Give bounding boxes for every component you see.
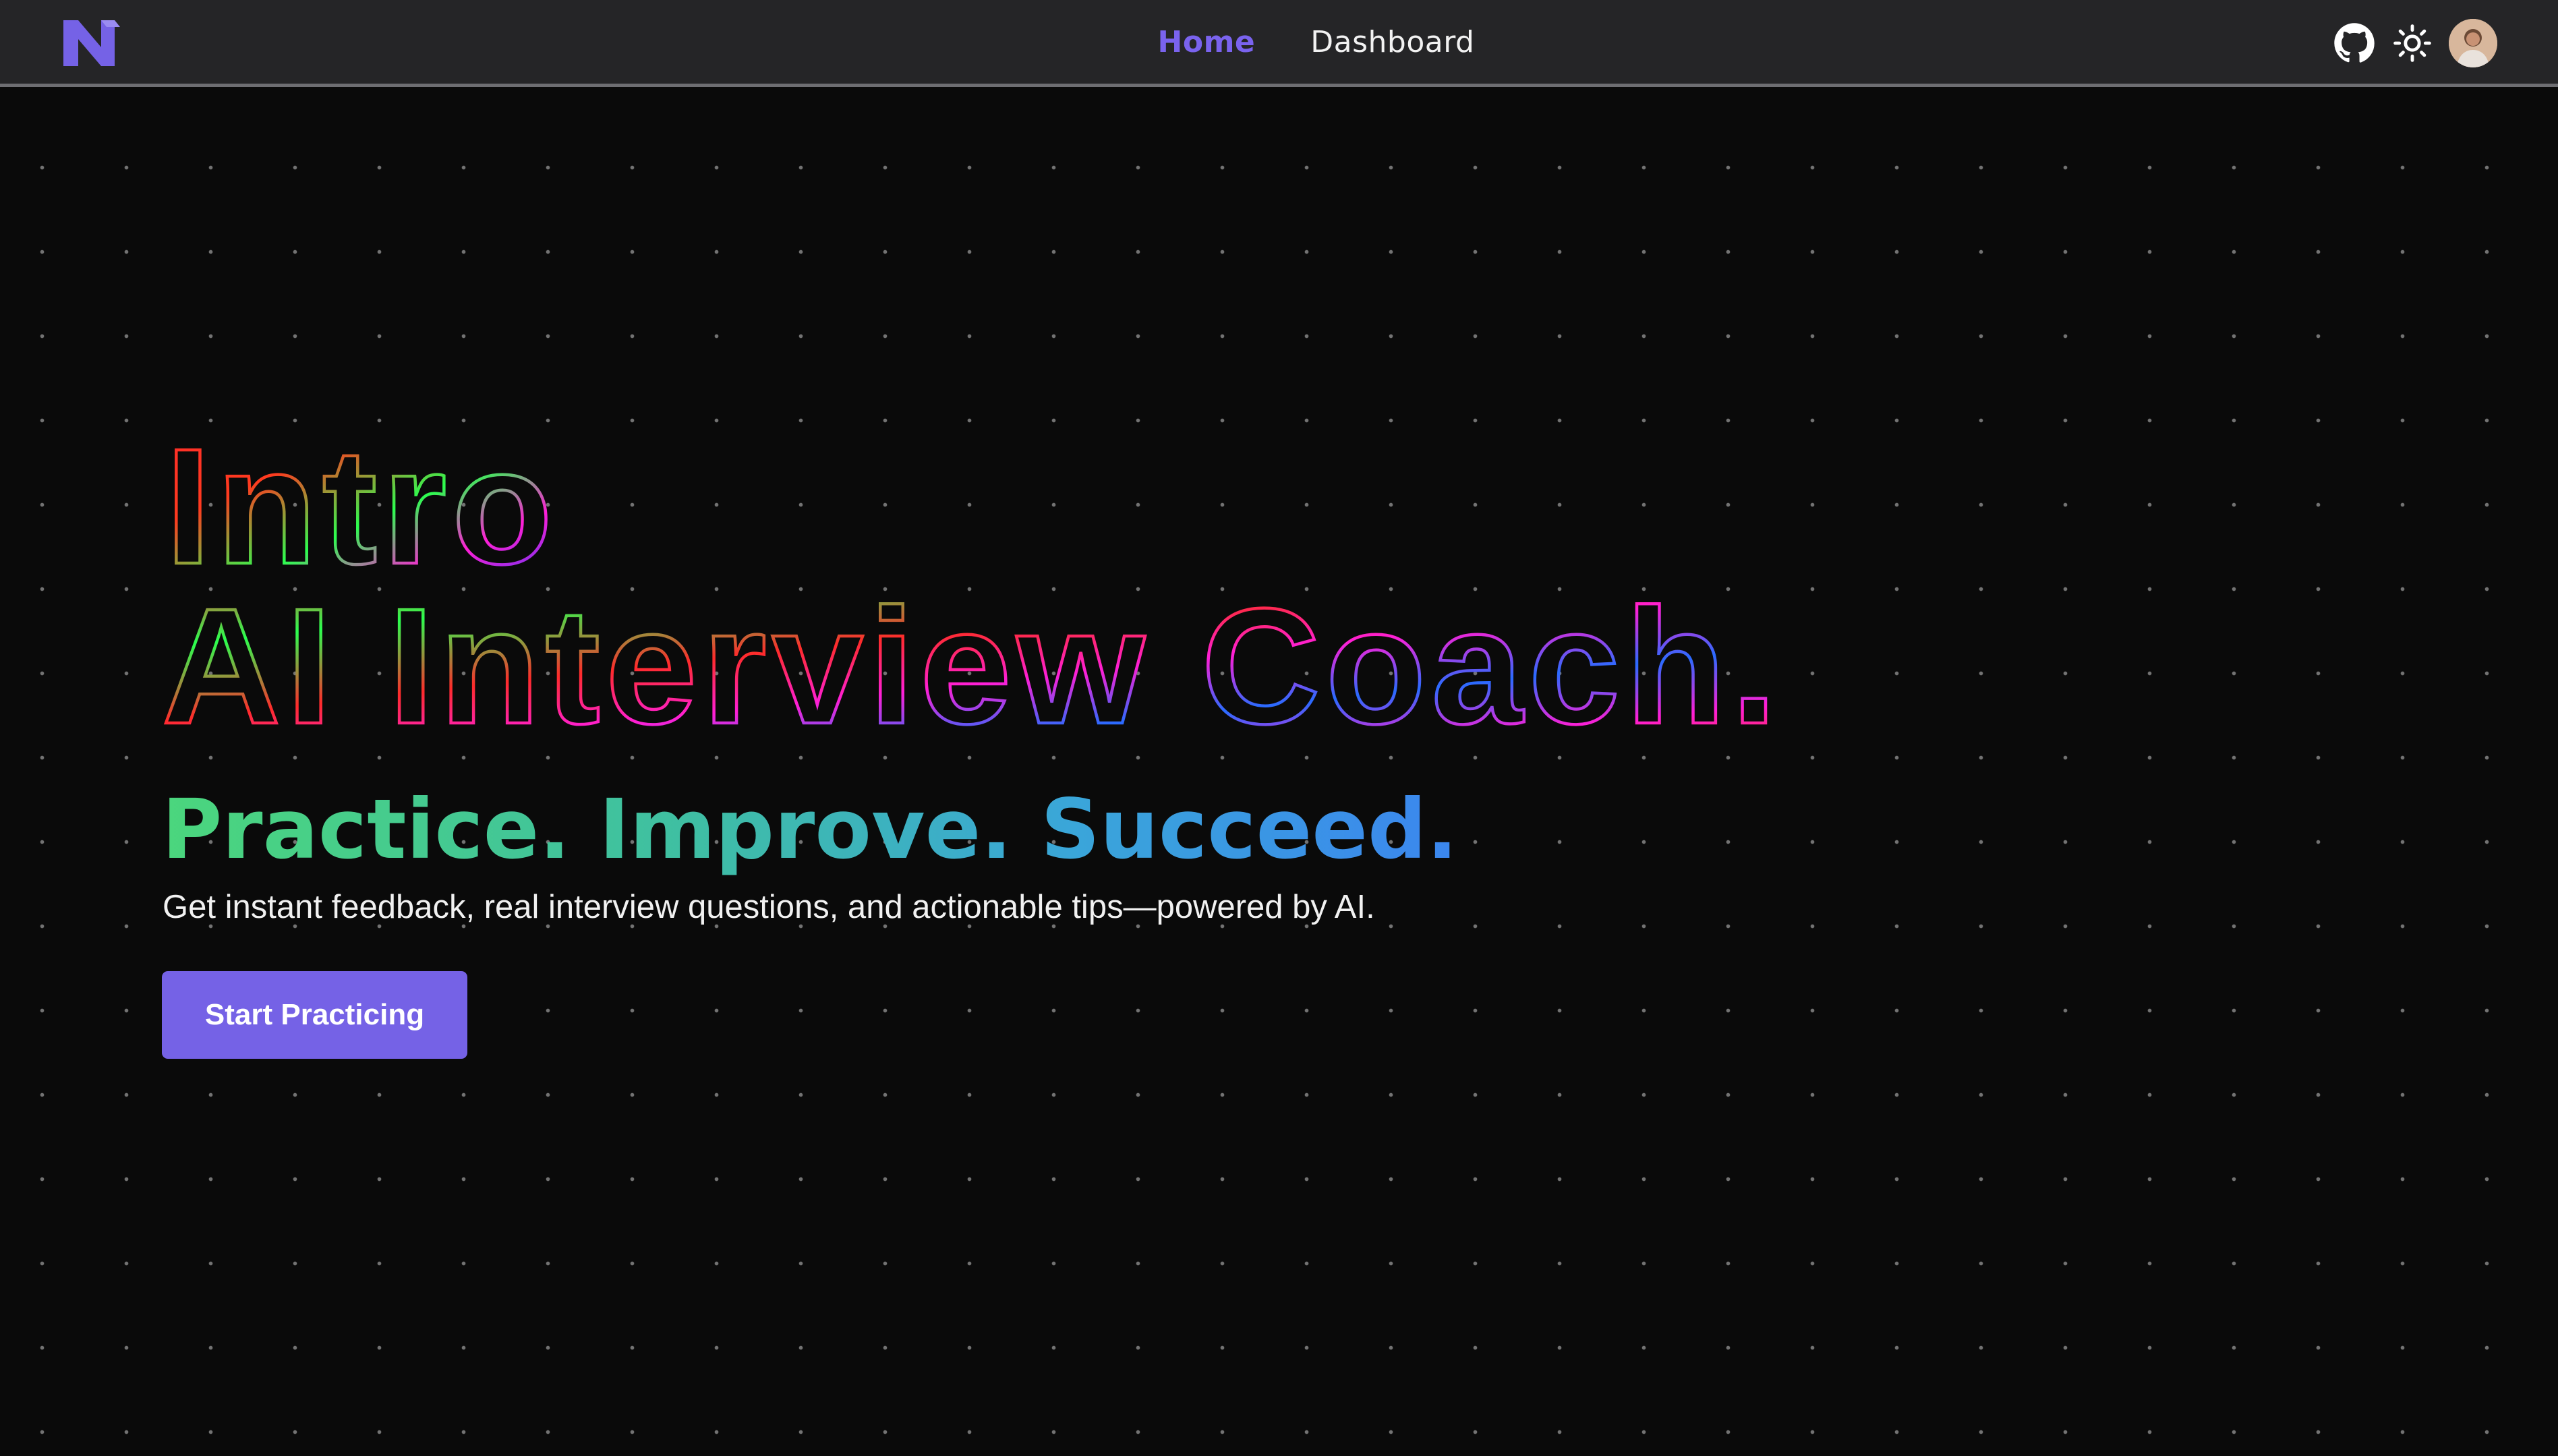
nav-home-link[interactable]: Home — [1158, 25, 1256, 59]
hero-title-line2: AI Interview Coach. — [162, 574, 1782, 758]
hero-title-line1: Intro — [165, 414, 558, 598]
avatar[interactable] — [2449, 19, 2497, 67]
hero-subtitle: Get instant feedback, real interview que… — [163, 889, 1375, 925]
hero-tagline: Practice. Improve. Succeed. — [162, 782, 1458, 877]
hero-section: Intro AI Interview Coach. — [161, 405, 2320, 760]
start-practicing-button[interactable]: Start Practicing — [162, 971, 467, 1059]
navbar: Home Dashboard — [0, 0, 2558, 87]
nav-dashboard-link[interactable]: Dashboard — [1310, 25, 1474, 59]
main-nav: Home Dashboard — [0, 0, 2558, 84]
github-icon[interactable] — [2333, 22, 2376, 65]
nav-actions — [2333, 18, 2497, 69]
hero-title: Intro AI Interview Coach. — [161, 413, 1778, 760]
page: Home Dashboard Intro AI Interview Coach.… — [0, 0, 2558, 1456]
n-logo-icon[interactable] — [63, 20, 120, 66]
sun-icon[interactable] — [2391, 22, 2434, 65]
